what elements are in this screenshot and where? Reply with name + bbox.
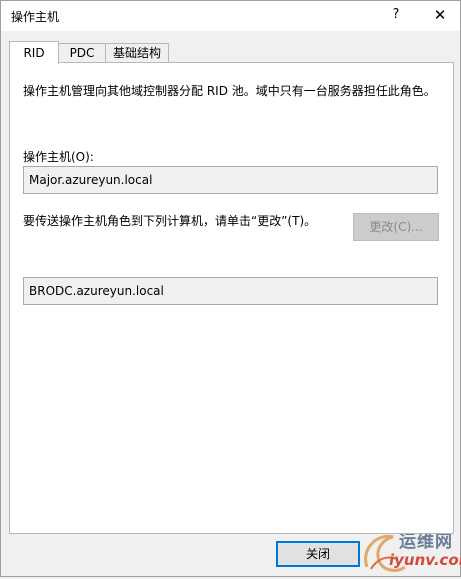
change-button[interactable]: 更改(C)...	[353, 213, 439, 241]
window-title: 操作主机	[11, 10, 60, 24]
tab-pdc[interactable]: PDC	[58, 43, 106, 63]
operations-master-dialog: 操作主机 ? ✕ RID PDC 基础结构 操作主机管理向其他域控制器分配 RI…	[0, 0, 461, 577]
title-bar: 操作主机 ? ✕	[1, 1, 460, 31]
help-icon[interactable]: ?	[385, 5, 407, 25]
target-computer-field[interactable]: BRODC.azureyun.local	[23, 277, 438, 305]
rid-tab-panel: 操作主机管理向其他域控制器分配 RID 池。域中只有一台服务器担任此角色。 操作…	[9, 62, 454, 534]
watermark-url: iyunv.com	[389, 551, 461, 569]
transfer-instruction: 要传送操作主机角色到下列计算机，请单击“更改”(T)。	[23, 214, 317, 228]
role-description: 操作主机管理向其他域控制器分配 RID 池。域中只有一台服务器担任此角色。	[23, 84, 436, 98]
close-button[interactable]: 关闭	[276, 541, 360, 567]
operations-master-field[interactable]: Major.azureyun.local	[23, 166, 438, 194]
tab-rid[interactable]: RID	[9, 41, 59, 64]
operations-master-label: 操作主机(O):	[23, 150, 94, 164]
tab-infrastructure[interactable]: 基础结构	[105, 43, 169, 63]
close-icon[interactable]: ✕	[429, 5, 451, 25]
